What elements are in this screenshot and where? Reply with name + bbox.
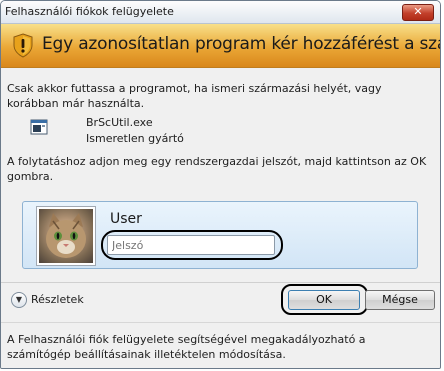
cat-avatar bbox=[37, 207, 95, 265]
shield-warning-icon bbox=[13, 33, 33, 58]
program-icon bbox=[30, 119, 48, 135]
close-button[interactable]: ✕ bbox=[402, 4, 434, 21]
details-label: Részletek bbox=[31, 293, 84, 306]
title-bar: Felhasználói fiókok felügyelete ✕ bbox=[1, 1, 440, 24]
intro-text: Csak akkor futtassa a programot, ha isme… bbox=[7, 82, 382, 110]
warning-banner: Egy azonosítatlan program kér hozzáférés… bbox=[1, 24, 440, 68]
credential-tile[interactable]: User bbox=[22, 201, 418, 269]
program-name: BrScUtil.exe bbox=[86, 116, 153, 129]
footer-text: A Felhasználói fiók felügyelete segítség… bbox=[7, 333, 366, 361]
close-icon: ✕ bbox=[413, 5, 423, 18]
cat-face-icon bbox=[46, 213, 86, 258]
divider bbox=[1, 282, 440, 283]
program-publisher: Ismeretlen gyártó bbox=[86, 132, 184, 145]
uac-dialog: Felhasználói fiókok felügyelete ✕ Egy az… bbox=[0, 0, 441, 369]
banner-heading: Egy azonosítatlan program kér hozzáférés… bbox=[42, 34, 440, 54]
username-label: User bbox=[110, 211, 142, 227]
cancel-button[interactable]: Mégse bbox=[365, 290, 435, 310]
password-field[interactable] bbox=[107, 235, 275, 255]
ok-button[interactable]: OK bbox=[288, 290, 360, 310]
footer: A Felhasználói fiók felügyelete segítség… bbox=[1, 322, 440, 368]
window-title: Felhasználói fiókok felügyelete bbox=[5, 5, 174, 18]
instruction-text: A folytatáshoz adjon meg egy rendszergaz… bbox=[7, 155, 427, 183]
chevron-down-icon: ▼ bbox=[11, 292, 27, 308]
